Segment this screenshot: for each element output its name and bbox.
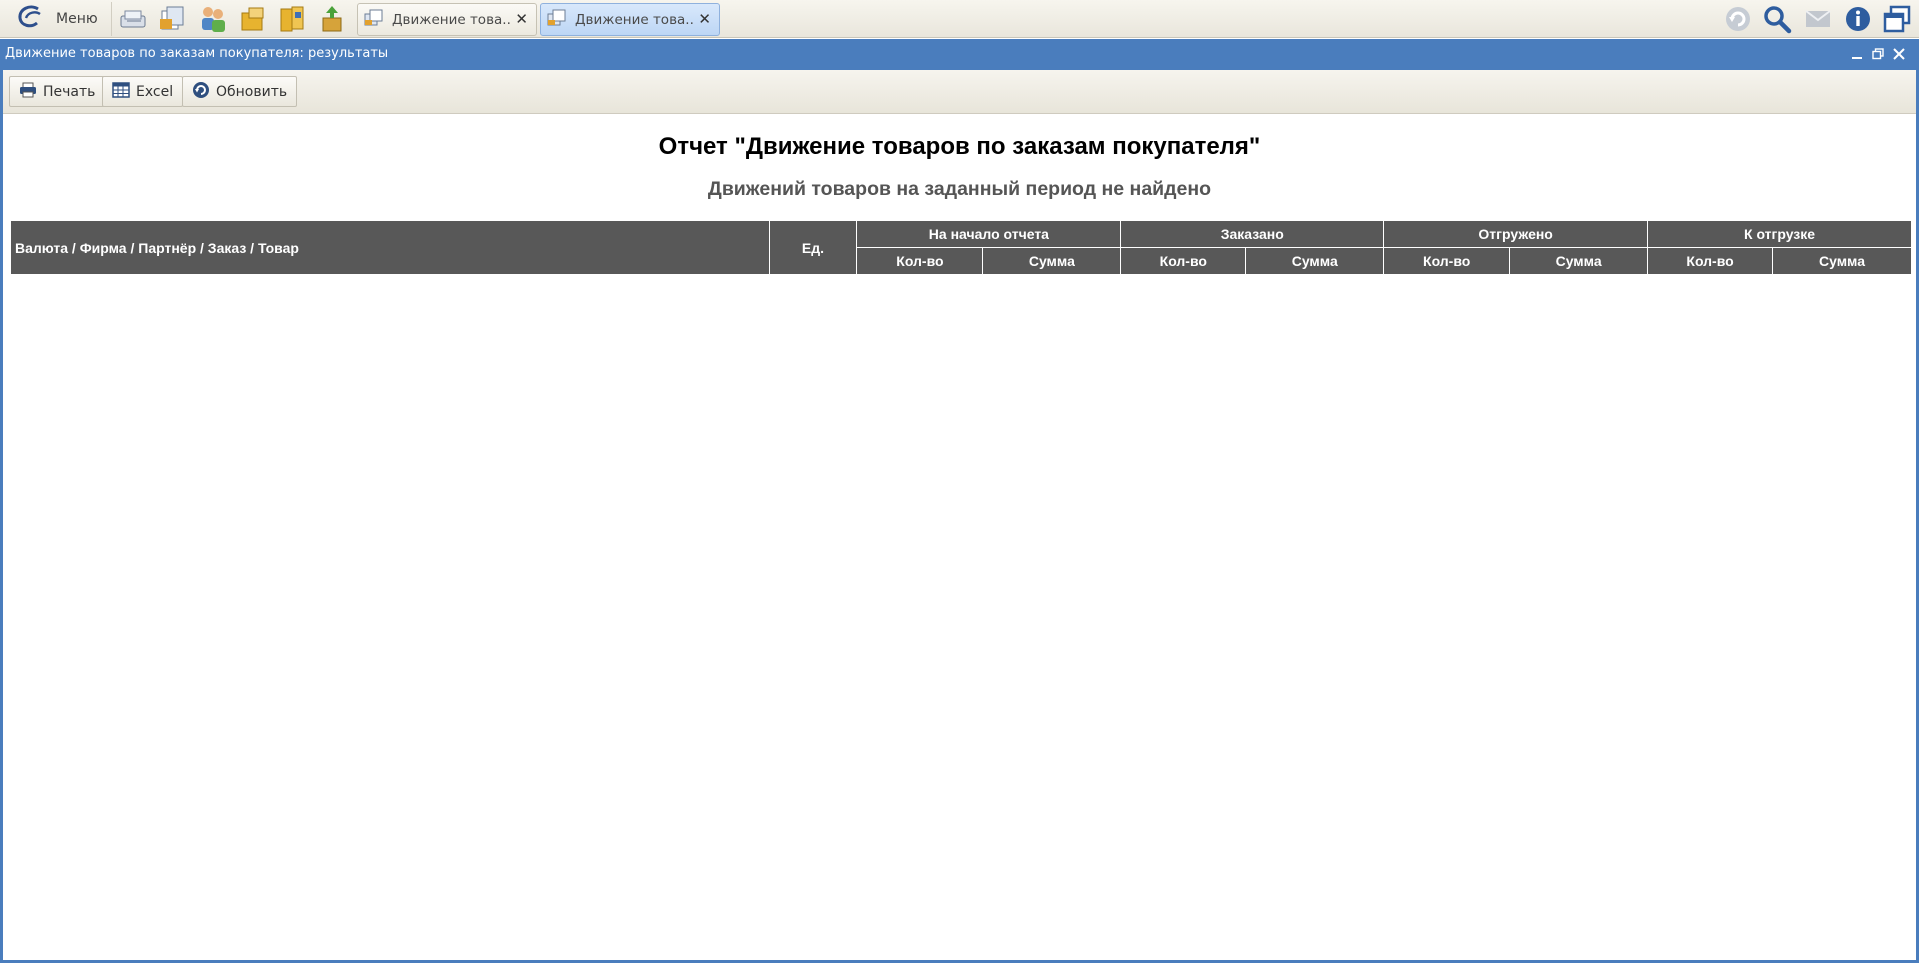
column-header-ordered[interactable]: Заказано [1120,220,1385,248]
column-header-start[interactable]: На начало отчета [856,220,1122,248]
report-tab-icon [364,9,384,31]
column-header-to-ship-sum[interactable]: Сумма [1772,247,1912,275]
tab-title: Движение това... [392,11,510,28]
column-header-start-qty[interactable]: Кол-во [856,247,984,275]
windows-icon[interactable] [1879,2,1915,36]
info-icon[interactable] [1840,2,1876,36]
excel-button[interactable]: Excel [102,76,184,107]
folder-icon[interactable] [236,3,270,35]
column-header-ordered-qty[interactable]: Кол-во [1120,247,1247,275]
printer-icon [19,82,37,102]
minimize-icon[interactable] [1849,45,1865,63]
toolbar: Печать Excel Обновить [3,70,1916,114]
column-header-start-sum[interactable]: Сумма [982,247,1122,275]
users-icon[interactable] [196,3,230,35]
excel-label: Excel [136,83,174,100]
search-icon[interactable] [1759,2,1795,36]
empty-message: Движений товаров на заданный период не н… [707,178,1212,200]
logo-icon [16,4,46,34]
tab-title: Движение това... [575,11,693,28]
column-header-shipped-qty[interactable]: Кол-во [1383,247,1511,275]
refresh-button[interactable]: Обновить [182,76,298,107]
column-header-shipped-sum[interactable]: Сумма [1509,247,1649,275]
column-header-to-ship[interactable]: К отгрузке [1647,220,1912,248]
box-upload-icon[interactable] [315,3,349,35]
column-header-ordered-sum[interactable]: Сумма [1245,247,1385,275]
mail-icon[interactable] [1800,2,1836,36]
column-header-to-ship-qty[interactable]: Кол-во [1647,247,1774,275]
table-header-row: Валюта / Фирма / Партнёр / Заказ / Товар… [10,220,1912,275]
menu-label: Меню [56,11,98,27]
top-bar: Меню Движение това... ✕ Движение това...… [0,0,1919,38]
documents-icon[interactable] [155,3,189,35]
window-title: Движение товаров по заказам покупателя: … [5,46,389,61]
refresh-label: Обновить [216,83,288,100]
report-content: Отчет "Движение товаров по заказам покуп… [3,115,1916,960]
refresh-icon [192,81,210,103]
column-header-shipped[interactable]: Отгружено [1383,220,1649,248]
restore-icon[interactable] [1870,45,1886,63]
close-icon[interactable]: ✕ [515,12,528,27]
calculator-book-icon[interactable] [117,3,151,35]
close-window-icon[interactable] [1891,45,1907,63]
column-header-group[interactable]: Валюта / Фирма / Партнёр / Заказ / Товар [10,220,770,275]
report-tab-icon [547,9,567,31]
menu-button[interactable]: Меню [6,2,112,36]
report-title: Отчет "Движение товаров по заказам покуп… [658,133,1261,160]
window-title-bar: Движение товаров по заказам покупателя: … [0,39,1919,70]
spreadsheet-icon [112,81,130,102]
print-button[interactable]: Печать [9,76,106,107]
report-table: Валюта / Фирма / Партнёр / Заказ / Товар… [10,220,1912,275]
refresh-icon[interactable] [1720,2,1756,36]
print-label: Печать [43,83,96,100]
close-icon[interactable]: ✕ [698,12,711,27]
tab-movement-2[interactable]: Движение това... ✕ [540,3,720,36]
tab-movement-1[interactable]: Движение това... ✕ [357,3,537,36]
clipboard-icon[interactable] [275,3,309,35]
column-header-unit[interactable]: Ед. [768,220,858,275]
